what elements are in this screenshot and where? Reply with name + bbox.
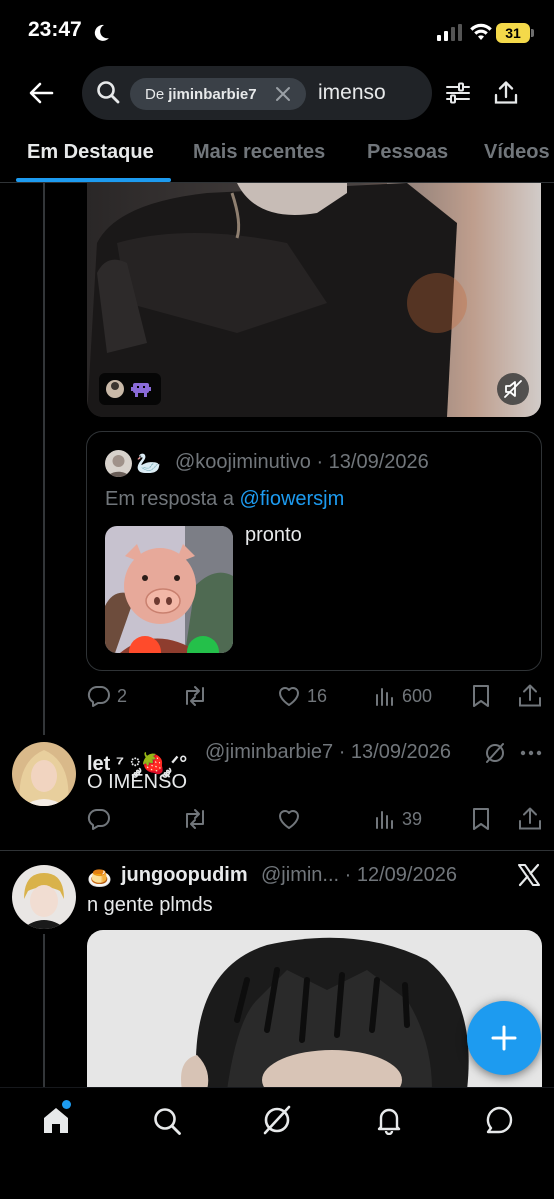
- author-handle-date[interactable]: @jiminbarbie7 · 13/09/2026: [205, 741, 451, 764]
- close-icon[interactable]: [274, 85, 292, 103]
- reply-button[interactable]: 2: [87, 684, 127, 708]
- bottom-navigation: [0, 1087, 554, 1199]
- compose-post-button[interactable]: [467, 1001, 541, 1075]
- post-image[interactable]: [87, 930, 542, 1090]
- reply-to-link[interactable]: @fiowersjm: [240, 488, 345, 510]
- like-button[interactable]: [277, 807, 301, 831]
- back-arrow-icon[interactable]: [28, 80, 54, 106]
- signal-icon: [437, 24, 463, 42]
- views-count: 600: [402, 685, 433, 706]
- tab-em-destaque[interactable]: Em Destaque: [27, 141, 154, 164]
- x-logo-icon: [517, 863, 541, 887]
- more-options-icon[interactable]: [520, 750, 542, 756]
- search-icon: [96, 80, 120, 104]
- search-icon[interactable]: [152, 1106, 182, 1136]
- swan-emoji: 🦢: [136, 453, 161, 475]
- like-count: 16: [307, 685, 328, 706]
- notification-dot: [62, 1100, 71, 1109]
- reply-button[interactable]: [87, 807, 111, 831]
- reply-prefix: Em resposta a: [105, 488, 240, 510]
- thread-line: [43, 183, 45, 735]
- views-count: 39: [402, 808, 423, 829]
- author-handle-date[interactable]: @jimin... · 12/09/2026: [261, 864, 457, 887]
- muted-icon[interactable]: [497, 373, 529, 405]
- reply-count: 2: [117, 685, 128, 706]
- search-query-text[interactable]: imenso: [318, 81, 386, 105]
- grok-icon[interactable]: [484, 742, 506, 764]
- share-icon[interactable]: [518, 683, 542, 709]
- avatar[interactable]: [12, 865, 76, 929]
- views-button[interactable]: 39: [374, 807, 422, 831]
- bookmark-icon[interactable]: [471, 807, 491, 831]
- like-button[interactable]: 16: [277, 684, 327, 708]
- reply-context: Em resposta a @fiowersjm: [105, 488, 344, 511]
- do-not-disturb-icon: [92, 24, 110, 42]
- filter-sliders-icon[interactable]: [445, 81, 471, 105]
- post-divider: [0, 850, 554, 851]
- chip-user: jiminbarbie7: [168, 85, 257, 103]
- quoted-handle-date[interactable]: @koojiminutivo · 13/09/2026: [175, 451, 429, 474]
- status-time: 23:47: [28, 18, 82, 41]
- quoted-image[interactable]: [105, 526, 233, 653]
- quoted-text: pronto: [245, 524, 302, 546]
- quoted-avatar: [105, 450, 132, 477]
- wifi-icon: [469, 22, 493, 42]
- tab-videos[interactable]: Vídeos: [484, 141, 554, 164]
- grok-icon[interactable]: [262, 1105, 292, 1135]
- thread-line: [43, 934, 45, 1087]
- views-button[interactable]: 600: [374, 684, 432, 708]
- repost-button[interactable]: [182, 684, 208, 708]
- post-text: O IMENSO: [87, 771, 188, 793]
- tab-mais-recentes[interactable]: Mais recentes: [193, 141, 325, 164]
- bookmark-icon[interactable]: [471, 684, 491, 708]
- pudding-emoji: 🍮: [87, 868, 112, 890]
- battery-indicator: 31: [496, 23, 530, 43]
- notifications-bell-icon[interactable]: [374, 1105, 404, 1135]
- repost-button[interactable]: [182, 807, 208, 831]
- post-text: n gente plmds: [87, 894, 213, 916]
- author-name[interactable]: jungoopudim: [121, 864, 248, 887]
- battery-tip: [531, 29, 534, 37]
- chip-prefix: De: [145, 85, 165, 103]
- share-icon[interactable]: [518, 806, 542, 832]
- share-icon[interactable]: [494, 80, 518, 106]
- messages-icon[interactable]: [484, 1105, 514, 1135]
- tagged-users-badge[interactable]: [99, 373, 161, 405]
- avatar[interactable]: [12, 742, 76, 806]
- home-icon[interactable]: [41, 1105, 71, 1135]
- tab-pessoas[interactable]: Pessoas: [367, 141, 448, 164]
